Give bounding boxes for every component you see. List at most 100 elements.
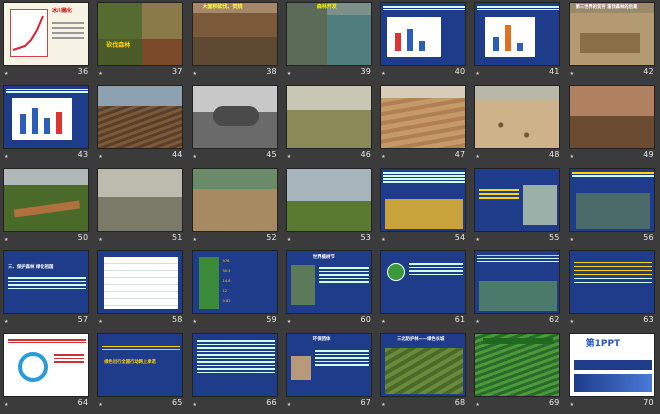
slide-preview: [568, 167, 655, 232]
slide-number: 58: [171, 315, 183, 325]
slide-preview: 环保团体: [285, 333, 372, 398]
slide-thumb-48[interactable]: ★ 48: [471, 83, 565, 166]
slide-number: 60: [360, 315, 372, 325]
slide-thumb-62[interactable]: ★ 62: [471, 248, 565, 331]
slide-preview: [3, 333, 89, 398]
slide-thumb-53[interactable]: ★ 53: [283, 166, 377, 249]
slide-number: 40: [454, 67, 466, 76]
slide-thumb-45[interactable]: ★ 45: [189, 83, 283, 166]
slide-thumb-39[interactable]: 森林开发 ★ 39: [283, 0, 377, 83]
slide-thumb-58[interactable]: ★ 58: [94, 248, 188, 331]
slide-thumb-70[interactable]: 第1PPT ★ 70: [566, 331, 660, 414]
slide-preview: [3, 84, 89, 149]
slide-number: 67: [360, 398, 372, 408]
transition-icon: ★: [381, 402, 386, 409]
slide-thumb-54[interactable]: ★ 54: [377, 166, 471, 249]
slide-thumb-46[interactable]: ★ 46: [283, 83, 377, 166]
transition-icon: ★: [192, 319, 198, 326]
slide-thumb-63[interactable]: ★ 63: [566, 248, 660, 331]
slide-number: 45: [266, 149, 277, 159]
slide-preview: 三、保护森林 绿化祖国: [3, 250, 89, 315]
slide-preview: 第1PPT: [568, 333, 655, 398]
slide-title: 环保团体: [312, 337, 331, 343]
slide-title: 森林开发: [316, 4, 337, 10]
slide-preview: [380, 84, 467, 149]
transition-icon: ★: [475, 153, 480, 160]
portrait-photo: [290, 356, 311, 381]
transition-icon: ★: [381, 71, 386, 77]
slide-number: 62: [549, 315, 560, 325]
slide-thumb-36[interactable]: 冰川融化 ★ 36: [0, 0, 94, 83]
slide-thumb-59[interactable]: 976 30.4 14.8 12 0.82 ★ 59: [189, 248, 283, 331]
slide-title: 三、保护森林 绿化祖国: [8, 265, 54, 271]
slide-thumb-68[interactable]: 三北防护林——绿色长城 ★ 68: [377, 331, 471, 414]
transition-icon: ★: [475, 236, 480, 243]
slide-thumb-61[interactable]: ★ 61: [377, 248, 471, 331]
transition-icon: ★: [381, 236, 386, 243]
ppt-logo: 第1PPT: [585, 339, 621, 350]
slide-thumb-47[interactable]: ★ 47: [377, 83, 471, 166]
slide-number: 65: [171, 398, 183, 408]
slide-number: 43: [77, 149, 89, 159]
slide-preview: 世界植树节: [285, 250, 372, 315]
transition-icon: ★: [4, 319, 9, 326]
slide-thumb-66[interactable]: ★ 66: [189, 331, 283, 414]
slide-title: 冰川融化: [52, 8, 73, 14]
transition-icon: ★: [381, 319, 386, 326]
slide-preview: [474, 2, 561, 66]
slide-number: 70: [643, 398, 654, 408]
slide-thumb-60[interactable]: 世界植树节 ★ 60: [283, 248, 377, 331]
slide-preview: [97, 167, 184, 232]
slide-thumb-43[interactable]: ★ 43: [0, 83, 94, 166]
slide-thumb-56[interactable]: ★ 56: [566, 166, 660, 249]
slide-number: 36: [77, 67, 89, 76]
slide-preview: 森林开发: [285, 2, 372, 66]
transition-icon: ★: [98, 319, 103, 326]
slide-number: 50: [77, 232, 89, 242]
slide-preview: [191, 84, 278, 149]
transition-icon: ★: [192, 153, 198, 160]
slide-thumb-64[interactable]: ★ 64: [0, 331, 94, 414]
transition-icon: ★: [475, 402, 480, 409]
slide-thumb-42[interactable]: 第三世界的贫穷 滥伐森林的后果 ★ 42: [566, 0, 660, 83]
slide-preview: [380, 2, 467, 66]
slide-preview: [380, 167, 467, 232]
slide-number: 55: [549, 232, 560, 242]
slide-preview: [191, 333, 278, 398]
slide-number: 56: [643, 232, 654, 242]
slide-number: 37: [171, 67, 183, 76]
transition-icon: ★: [98, 71, 103, 77]
slide-preview: [191, 167, 278, 232]
slide-thumb-49[interactable]: ★ 49: [566, 83, 660, 166]
slide-thumb-65[interactable]: 绿色出行全国行动网上承诺 ★ 65: [94, 331, 188, 414]
slide-preview: [568, 250, 655, 315]
slide-thumb-50[interactable]: ★ 50: [0, 166, 94, 249]
slide-thumb-44[interactable]: ★ 44: [94, 83, 188, 166]
slide-number: 44: [171, 149, 183, 159]
slide-thumb-57[interactable]: 三、保护森林 绿化祖国 ★ 57: [0, 248, 94, 331]
stat-value: 12: [222, 289, 228, 294]
slide-thumb-52[interactable]: ★ 52: [189, 166, 283, 249]
slide-thumb-55[interactable]: ★ 55: [471, 166, 565, 249]
slide-preview: [285, 167, 372, 232]
slide-thumb-40[interactable]: ★ 40: [377, 0, 471, 83]
slide-thumb-69[interactable]: ★ 69: [471, 331, 565, 414]
slide-number: 59: [266, 315, 277, 325]
slide-thumb-38[interactable]: 大面积砍伐、焚烧 ★ 38: [189, 0, 283, 83]
transition-icon: ★: [4, 402, 9, 409]
slide-preview: 砍伐森林: [97, 2, 184, 66]
slide-thumb-41[interactable]: ★ 41: [471, 0, 565, 83]
slide-thumb-67[interactable]: 环保团体 ★ 67: [283, 331, 377, 414]
transition-icon: ★: [286, 319, 292, 326]
slide-preview: [474, 167, 561, 232]
slide-number: 63: [643, 315, 654, 325]
slide-title: 绿色出行全国行动网上承诺: [104, 360, 156, 366]
slide-thumb-37[interactable]: 砍伐森林 ★ 37: [94, 0, 188, 83]
slide-thumb-51[interactable]: ★ 51: [94, 166, 188, 249]
chart-image: [10, 9, 48, 57]
slide-preview: [97, 84, 184, 149]
slide-preview: 大面积砍伐、焚烧: [191, 2, 278, 66]
slide-number: 64: [77, 398, 89, 408]
slide-preview: [474, 84, 561, 149]
slide-number: 39: [360, 67, 372, 76]
